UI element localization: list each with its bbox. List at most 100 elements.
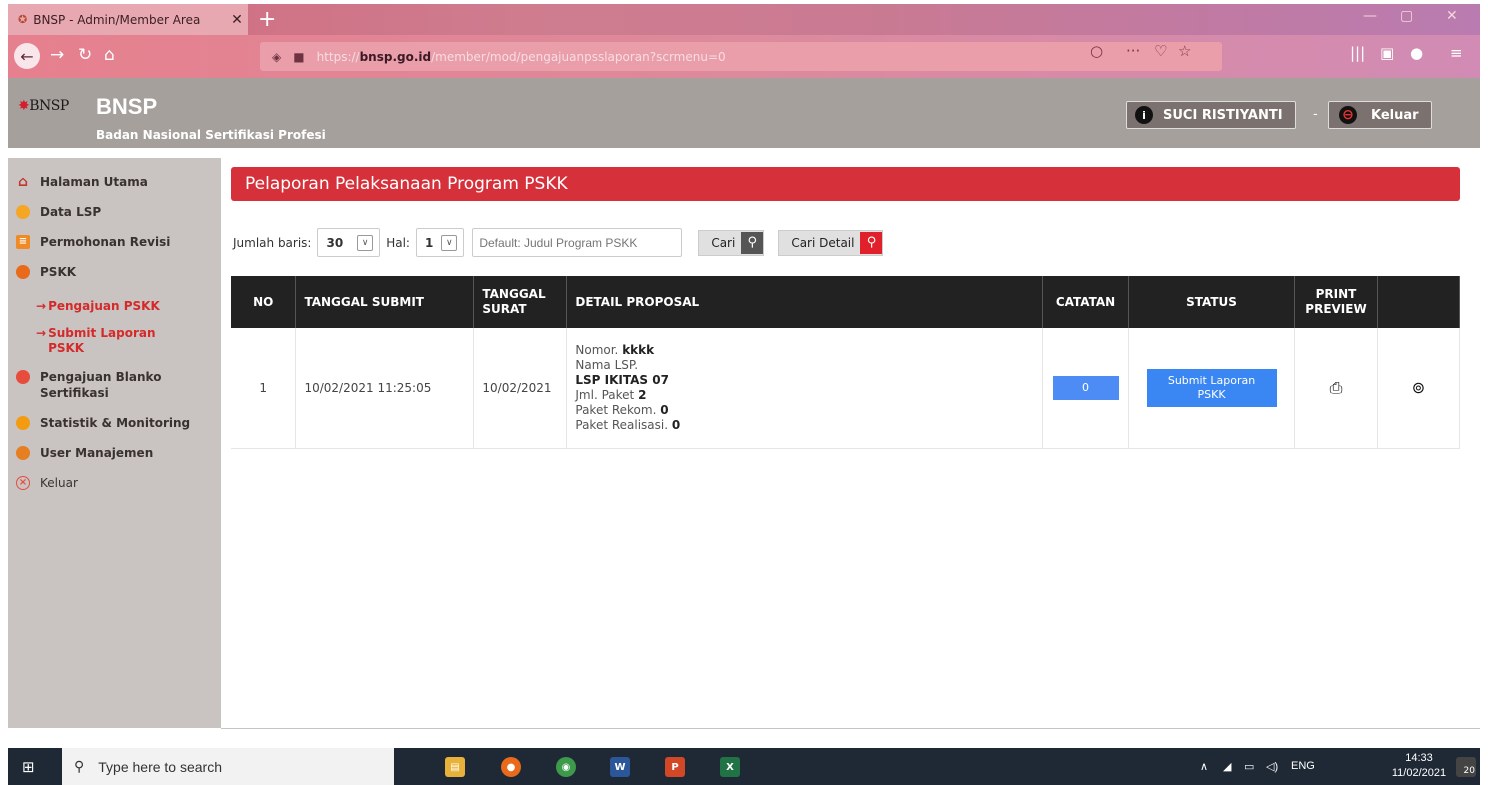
cell-status: Submit Laporan PSKK xyxy=(1128,328,1295,449)
pskk-icon xyxy=(16,265,30,279)
rows-value: 30 xyxy=(326,235,344,250)
cell-no: 1 xyxy=(231,328,297,449)
page-actions-icon[interactable]: ··· xyxy=(1126,42,1140,60)
forward-icon[interactable]: → xyxy=(50,45,64,65)
volume-icon[interactable]: ◁) xyxy=(1266,760,1278,773)
filter-bar: Jumlah baris: 30 ∨ Hal: 1 ∨ Cari ⚲ Cari … xyxy=(233,228,884,257)
network-icon[interactable]: ◢ xyxy=(1223,760,1231,773)
lightbulb-icon[interactable]: ○ xyxy=(1090,42,1103,60)
shield-icon: ◈ xyxy=(272,49,282,64)
col-header-catatan: CATATAN xyxy=(1042,276,1130,328)
url-prefix: https:// xyxy=(316,49,360,64)
library-icon[interactable]: ||| xyxy=(1350,44,1365,62)
sidebar-item-user-manajemen[interactable]: User Manajemen xyxy=(8,438,221,468)
logo-mark-icon: ✸ xyxy=(18,98,30,114)
sidebar-item-pengajuan-blanko[interactable]: Pengajuan Blanko Sertifikasi xyxy=(8,362,208,408)
back-button[interactable]: ← xyxy=(14,43,40,69)
table-row: 1 10/02/2021 11:25:05 10/02/2021 Nomor. … xyxy=(231,328,1461,449)
sidebar-subitem-label: Submit Laporan PSKK xyxy=(48,326,156,355)
site-favicon-icon: ✪ xyxy=(18,13,28,26)
jml-paket-value: 2 xyxy=(638,387,647,402)
url-bar[interactable]: ◈ ■ https://bnsp.go.id/member/mod/pengaj… xyxy=(260,42,1222,71)
sidebar-item-statistik[interactable]: Statistik & Monitoring xyxy=(8,408,221,438)
page-title: Pelaporan Pelaksanaan Program PSKK xyxy=(231,167,1460,201)
site-header: ✸BNSP BNSP Badan Nasional Sertifikasi Pr… xyxy=(8,78,1480,148)
paket-rekom-value: 0 xyxy=(660,402,669,417)
cell-print-preview: ⎙ xyxy=(1294,328,1378,449)
file-explorer-icon[interactable]: ▤ xyxy=(445,757,465,777)
notification-count: 20 xyxy=(1463,766,1475,776)
header-separator: - xyxy=(1313,107,1318,122)
word-icon[interactable]: W xyxy=(610,757,630,777)
sidebar-item-label: Pengajuan Blanko Sertifikasi xyxy=(40,370,162,400)
print-icon[interactable]: ⎙ xyxy=(1330,378,1343,397)
browser-tab[interactable]: ✪ BNSP - Admin/Member Area ✕ xyxy=(8,4,248,35)
sidebar-item-label: PSKK xyxy=(40,265,77,279)
logout-button[interactable]: ⊖ Keluar xyxy=(1328,101,1432,129)
sidebar-subitem-pengajuan-pskk[interactable]: → Pengajuan PSKK xyxy=(8,287,221,320)
user-profile-button[interactable]: i SUCI RISTIYANTI xyxy=(1126,101,1296,129)
taskbar-search[interactable]: ⚲ Type here to search xyxy=(62,748,394,785)
excel-icon[interactable]: X xyxy=(720,757,740,777)
powerpoint-icon[interactable]: P xyxy=(665,757,685,777)
bnsp-logo[interactable]: ✸BNSP xyxy=(18,98,69,114)
account-icon[interactable]: ● xyxy=(1410,44,1423,62)
cell-detail-proposal: Nomor. kkkk Nama LSP. LSP IKITAS 07 Jml.… xyxy=(566,328,1044,449)
arrow-right-icon: → xyxy=(36,299,47,313)
chart-icon xyxy=(16,416,30,430)
tray-chevron-up-icon[interactable]: ∧ xyxy=(1200,760,1208,773)
battery-icon[interactable]: ▭ xyxy=(1244,760,1254,773)
pskk-report-table: NO TANGGAL SUBMIT TANGGAL SURAT DETAIL P… xyxy=(231,276,1461,449)
sidebar-item-label: Permohonan Revisi xyxy=(40,235,171,249)
menu-icon[interactable]: ≡ xyxy=(1450,44,1463,62)
sidebar-item-halaman-utama[interactable]: ⌂ Halaman Utama xyxy=(8,158,221,197)
search-input[interactable] xyxy=(472,228,683,257)
proposal-details: Nomor. kkkk Nama LSP. LSP IKITAS 07 Jml.… xyxy=(575,343,1034,433)
taskbar-search-placeholder: Type here to search xyxy=(98,758,223,775)
catatan-badge[interactable]: 0 xyxy=(1052,375,1119,400)
rows-label: Jumlah baris: xyxy=(233,235,312,250)
detail-search-button[interactable]: Cari Detail ⚲ xyxy=(778,229,884,256)
close-window-icon[interactable]: ✕ xyxy=(1446,8,1458,24)
sidebar-toggle-icon[interactable]: ▣ xyxy=(1380,44,1394,62)
nama-lsp-label: Nama LSP. xyxy=(575,357,639,372)
page-title-text: Pelaporan Pelaksanaan Program PSKK xyxy=(245,174,568,194)
rows-select[interactable]: 30 ∨ xyxy=(317,228,381,257)
arrow-right-icon: → xyxy=(36,326,47,340)
sidebar-item-keluar[interactable]: × Keluar xyxy=(8,468,221,498)
cell-tanggal-surat: 10/02/2021 xyxy=(473,328,568,449)
sidebar-subitem-submit-laporan-pskk[interactable]: → Submit Laporan PSKK xyxy=(8,320,198,362)
paket-rekom-label: Paket Rekom. xyxy=(575,402,657,417)
sidebar-item-permohonan-revisi[interactable]: ≡ Permohonan Revisi xyxy=(8,227,221,257)
chrome-icon[interactable]: ◉ xyxy=(556,757,576,777)
logout-icon: ⊖ xyxy=(1339,106,1357,124)
sidebar-item-data-lsp[interactable]: Data LSP xyxy=(8,197,221,227)
windows-start-icon[interactable]: ⊞ xyxy=(22,758,35,776)
reload-icon[interactable]: ↻ xyxy=(78,45,92,65)
tab-close-icon[interactable]: ✕ xyxy=(226,12,248,28)
home-icon: ⌂ xyxy=(17,174,29,190)
sidebar-item-pskk[interactable]: PSKK xyxy=(8,257,221,287)
view-detail-icon[interactable]: ⊚ xyxy=(1412,378,1425,397)
bookmark-star-icon[interactable]: ☆ xyxy=(1178,42,1191,60)
minimize-icon[interactable]: — xyxy=(1363,8,1377,24)
taskbar-clock[interactable]: 14:33 11/02/2021 xyxy=(1383,751,1455,781)
search-button[interactable]: Cari ⚲ xyxy=(698,229,765,256)
sidebar-item-label: User Manajemen xyxy=(40,446,154,460)
lock-icon: ■ xyxy=(293,49,305,64)
home-icon[interactable]: ⌂ xyxy=(104,45,115,65)
paket-realisasi-label: Paket Realisasi. xyxy=(575,417,669,432)
notification-center-icon[interactable]: 20 xyxy=(1456,757,1476,777)
col-header-tanggal-submit: TANGGAL SUBMIT xyxy=(295,276,475,328)
maximize-icon[interactable]: ▢ xyxy=(1400,8,1413,24)
pocket-icon[interactable]: ♡ xyxy=(1154,42,1167,60)
user-icon: i xyxy=(1135,106,1153,124)
col-header-actions xyxy=(1377,276,1461,328)
language-indicator[interactable]: ENG xyxy=(1291,760,1315,772)
firefox-icon[interactable]: ● xyxy=(501,757,521,777)
status-button[interactable]: Submit Laporan PSKK xyxy=(1146,368,1277,407)
page-select[interactable]: 1 ∨ xyxy=(415,228,465,257)
browser-tab-bar: ✪ BNSP - Admin/Member Area ✕ + — ▢ ✕ xyxy=(8,4,1480,35)
url-host: bnsp.go.id xyxy=(359,49,432,64)
new-tab-button[interactable]: + xyxy=(258,7,276,32)
